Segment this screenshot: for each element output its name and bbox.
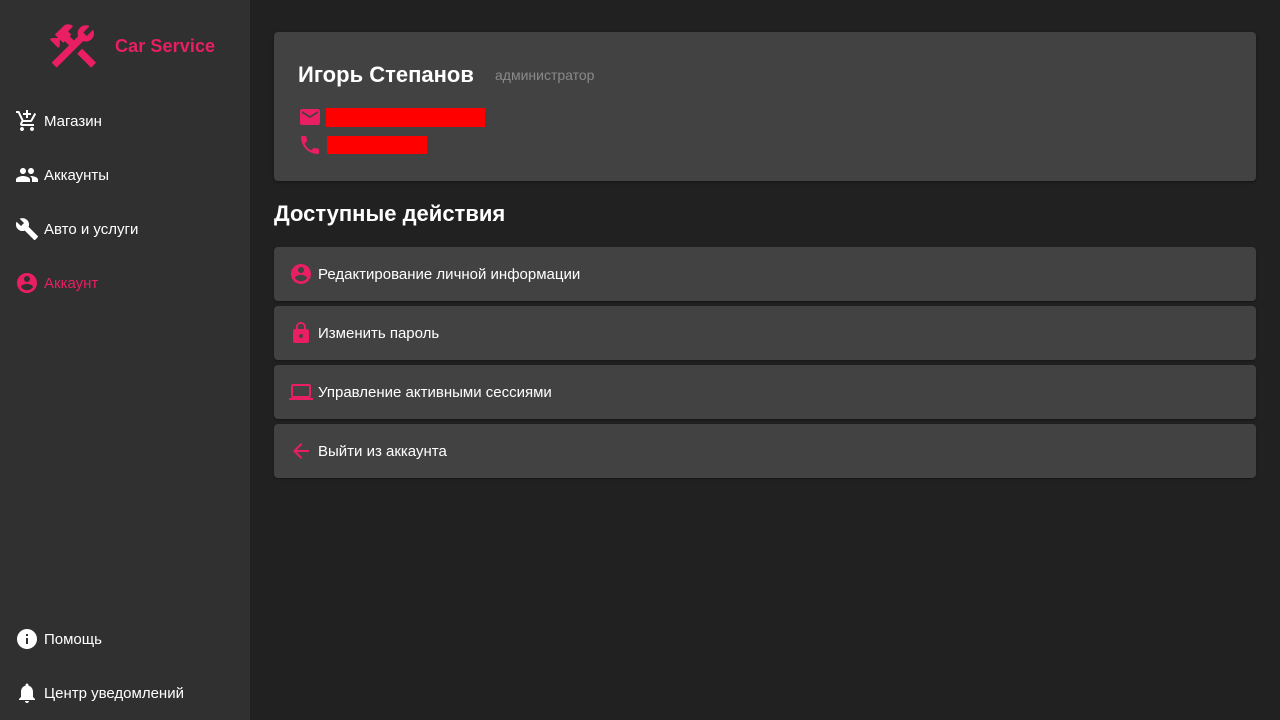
action-change-password[interactable]: Изменить пароль [274,306,1256,360]
bell-icon [15,681,39,705]
brand-name: Car Service [115,35,216,56]
people-icon [15,163,39,187]
sidebar-item-accounts[interactable]: Аккаунты [0,155,250,195]
tools-icon [49,24,97,68]
account-circle-icon [289,262,313,286]
profile-role: администратор [495,67,595,83]
lock-icon [289,321,313,345]
brand[interactable]: Car Service [44,18,215,74]
cart-icon [15,109,39,133]
email-redacted [326,107,485,127]
sidebar-item-account[interactable]: Аккаунт [0,263,250,303]
app-root: Car Service Магазин Аккаунты Авто и услу… [0,0,1280,720]
sidebar-item-label: Магазин [44,112,102,130]
sidebar-item-label: Аккаунт [44,274,99,292]
account-circle-icon [15,271,39,295]
phone-icon [301,136,319,154]
email-icon [300,109,320,125]
laptop-icon [289,380,313,404]
sidebar: Car Service Магазин Аккаунты Авто и услу… [0,0,250,720]
sidebar-item-shop[interactable]: Магазин [0,101,250,141]
sidebar-item-notifications[interactable]: Центр уведомлений [0,673,250,713]
sidebar-item-label: Помощь [44,630,102,648]
profile-phone [298,134,427,156]
phone-redacted [327,136,427,154]
sidebar-item-label: Авто и услуги [44,220,139,238]
action-label: Изменить пароль [318,324,440,342]
action-logout[interactable]: Выйти из аккаунта [274,424,1256,478]
profile-card: Игорь Степанов администратор [274,32,1256,181]
sidebar-item-label: Аккаунты [44,166,110,184]
sidebar-item-label: Центр уведомлений [44,684,184,702]
sidebar-item-help[interactable]: Помощь [0,619,250,659]
profile-email [298,106,485,128]
action-edit-personal-info[interactable]: Редактирование личной информации [274,247,1256,301]
action-manage-sessions[interactable]: Управление активными сессиями [274,365,1256,419]
arrow-left-icon [289,439,313,463]
action-label: Управление активными сессиями [318,383,552,401]
actions-title: Доступные действия [274,201,506,226]
action-label: Редактирование личной информации [318,265,581,283]
profile-name: Игорь Степанов [298,62,474,87]
action-label: Выйти из аккаунта [318,442,447,460]
wrench-icon [15,217,39,241]
info-icon [15,627,39,651]
sidebar-item-cars-services[interactable]: Авто и услуги [0,209,250,249]
